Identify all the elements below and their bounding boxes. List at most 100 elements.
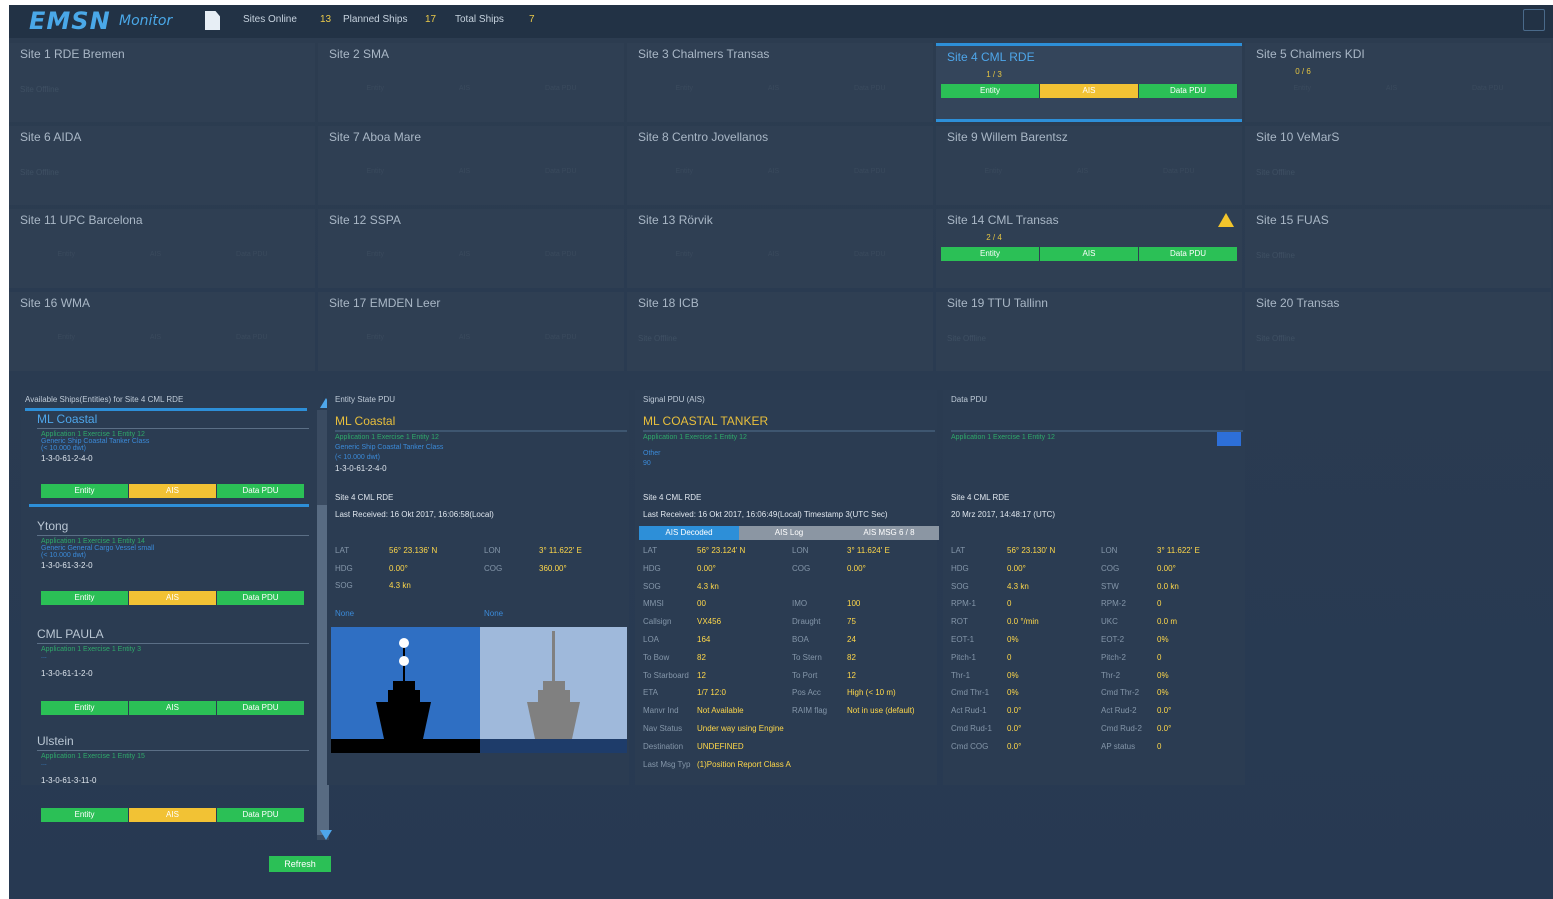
ship-id: 1-3-0-61-3-2-0 (41, 561, 93, 570)
site-tile[interactable]: Site 18 ICB Site Offline (627, 292, 933, 371)
site-tile[interactable]: Site 3 Chalmers Transas Entity AIS Data PDU (627, 43, 933, 122)
app-logo: EMSN (29, 7, 111, 35)
pdu-indicator: AIS (767, 167, 780, 175)
pdu-status: AIS (129, 591, 217, 605)
field-label: LON (1101, 546, 1118, 555)
field-label: COG (484, 563, 503, 573)
monitor-window: EMSN Monitor Sites Online 13 Planned Shi… (9, 5, 1553, 899)
site-tile[interactable]: Site 13 Rörvik Entity AIS Data PDU (627, 209, 933, 288)
field-label: IMO (792, 599, 808, 609)
field-label: LAT (643, 546, 658, 555)
field-label: SOG (643, 581, 661, 591)
field-label: LAT (335, 546, 350, 555)
site-tile[interactable]: Site 20 Transas Site Offline (1245, 292, 1551, 371)
field-label: Cmd COG (951, 741, 989, 751)
ship-dwt (41, 767, 309, 776)
tab-ais-log[interactable]: AIS Log (739, 526, 839, 540)
tab-ais-decoded[interactable]: AIS Decoded (639, 526, 739, 540)
entity-title: ML Coastal (335, 414, 396, 428)
site-tile[interactable]: Site 9 Willem Barentsz Entity AIS Data PDU (936, 126, 1242, 205)
document-icon[interactable] (205, 11, 220, 30)
site-name: Site 5 Chalmers KDI (1256, 47, 1365, 61)
site-pdu-bar: Entity AIS Data PDU (941, 247, 1238, 261)
scroll-down-icon[interactable] (320, 830, 332, 840)
ship-dwt: (< 10.000 dwt) (41, 445, 86, 452)
tab-ais-msg[interactable]: AIS MSG 6 / 8 (839, 526, 939, 540)
site-tile[interactable]: Site 5 Chalmers KDI 0 / 6 Entity AIS Data PD… (1245, 43, 1551, 122)
field-value: 0.0° (1157, 706, 1172, 716)
site-tile[interactable]: Site 17 EMDEN Leer Entity AIS Data PDU (318, 292, 624, 371)
site-tile[interactable]: Site 2 SMA Entity AIS Data PDU (318, 43, 624, 122)
field-label: To Starboard (643, 670, 689, 680)
total-ships-label: Total Ships (455, 14, 504, 25)
field-value: 12 (847, 670, 856, 680)
ship-sub: Application 1 Exercise 1 Entity 14 (41, 538, 145, 545)
field-value: 0.0° (1007, 706, 1022, 716)
site-pdu-indicators: Entity AIS Data PDU (1256, 81, 1541, 95)
field-label: EOT-1 (951, 635, 975, 644)
site-ship-count: 0 / 6 (1295, 67, 1311, 76)
pdu-status: Data PDU (217, 484, 305, 498)
site-tile[interactable]: Site 11 UPC Barcelona Entity AIS Data PDU (9, 209, 315, 288)
site-ship-count: 2 / 4 (986, 233, 1002, 242)
site-tile[interactable]: Site 1 RDE Bremen Site Offline (9, 43, 315, 122)
window-icon[interactable] (1523, 9, 1545, 31)
site-tile[interactable]: Site 12 SSPA Entity AIS Data PDU (318, 209, 624, 288)
pdu-indicator: Data PDU (545, 250, 577, 258)
pdu-indicator: AIS (458, 167, 471, 175)
site-tile[interactable]: Site 6 AIDA Site Offline (9, 126, 315, 205)
site-tile[interactable]: Site 8 Centro Jovellanos Entity AIS Data PD… (627, 126, 933, 205)
field-value: 100 (847, 599, 861, 609)
pdu-status: AIS (1040, 84, 1139, 98)
field-value: 75 (847, 617, 856, 627)
ship-pdu-bar: Entity AIS Data PDU (41, 591, 305, 605)
list-item[interactable]: ML Coastal Application 1 Exercise 1 Entit… (29, 412, 309, 507)
site-ship-count: 1 / 3 (986, 70, 1002, 79)
field-label: Draught (792, 617, 821, 627)
ship-class: Generic General Cargo Vessel small (41, 545, 155, 552)
site-status: Site Offline (947, 334, 986, 343)
field-label: SOG (951, 581, 969, 591)
field-value: 0% (1157, 688, 1169, 698)
list-item[interactable]: Ytong Application 1 Exercise 1 Entity 14 G… (37, 519, 309, 605)
field-value: 0.0° (1007, 724, 1022, 733)
field-label: AP status (1101, 741, 1136, 751)
field-label: Pos Acc (792, 688, 821, 698)
site-name: Site 7 Aboa Mare (329, 130, 422, 144)
site-tile[interactable]: Site 10 VeMarS Site Offline (1245, 126, 1551, 205)
pdu-status: AIS (129, 484, 217, 498)
data-pdu-last-received: 20 Mrz 2017, 14:48:17 (UTC) (951, 510, 1056, 519)
site-tile[interactable]: Site 4 CML RDE 1 / 3 Entity AIS Data PDU (936, 43, 1242, 122)
field-value: 360.00° (539, 563, 567, 573)
toggle-icon[interactable] (1217, 432, 1241, 446)
site-name: Site 2 SMA (329, 47, 390, 61)
field-label: COG (1101, 563, 1120, 573)
field-value: 0 (1007, 599, 1012, 609)
site-tile[interactable]: Site 16 WMA Entity AIS Data PDU (9, 292, 315, 371)
pdu-indicator: Data PDU (236, 250, 268, 258)
pdu-indicator: AIS (458, 84, 471, 92)
pdu-indicator: Entity (675, 167, 693, 175)
field-value: 56° 23.136' N (389, 546, 438, 555)
field-label: LAT (951, 546, 966, 555)
site-pdu-indicators: Entity AIS Data PDU (329, 247, 614, 261)
list-item[interactable]: CML PAULA Application 1 Exercise 1 Entity… (37, 627, 309, 715)
ship-id: 1-3-0-61-1-2-0 (41, 669, 93, 678)
site-tile[interactable]: Site 14 CML Transas 2 / 4 Entity AIS Data PD… (936, 209, 1242, 288)
site-tile[interactable]: Site 15 FUAS Site Offline (1245, 209, 1551, 288)
pdu-indicator: Entity (675, 250, 693, 258)
site-pdu-indicators: Entity AIS Data PDU (329, 330, 614, 344)
site-tile[interactable]: Site 19 TTU Tallinn Site Offline (936, 292, 1242, 371)
ship-pdu-bar: Entity AIS Data PDU (41, 484, 305, 498)
field-value: Not Available (697, 706, 744, 716)
list-item[interactable]: Ulstein Application 1 Exercise 1 Entity 1… (37, 734, 309, 822)
field-label: BOA (792, 635, 809, 644)
pdu-indicator: AIS (458, 250, 471, 258)
field-label: Cmd Rud-1 (951, 724, 992, 733)
site-pdu-bar: Entity AIS Data PDU (941, 84, 1238, 98)
field-value: 00 (697, 599, 706, 609)
field-value: 0.0 kn (1157, 581, 1179, 591)
field-label: Last Msg Typ (643, 759, 691, 769)
site-tile[interactable]: Site 7 Aboa Mare Entity AIS Data PDU (318, 126, 624, 205)
refresh-button[interactable]: Refresh (269, 856, 331, 872)
